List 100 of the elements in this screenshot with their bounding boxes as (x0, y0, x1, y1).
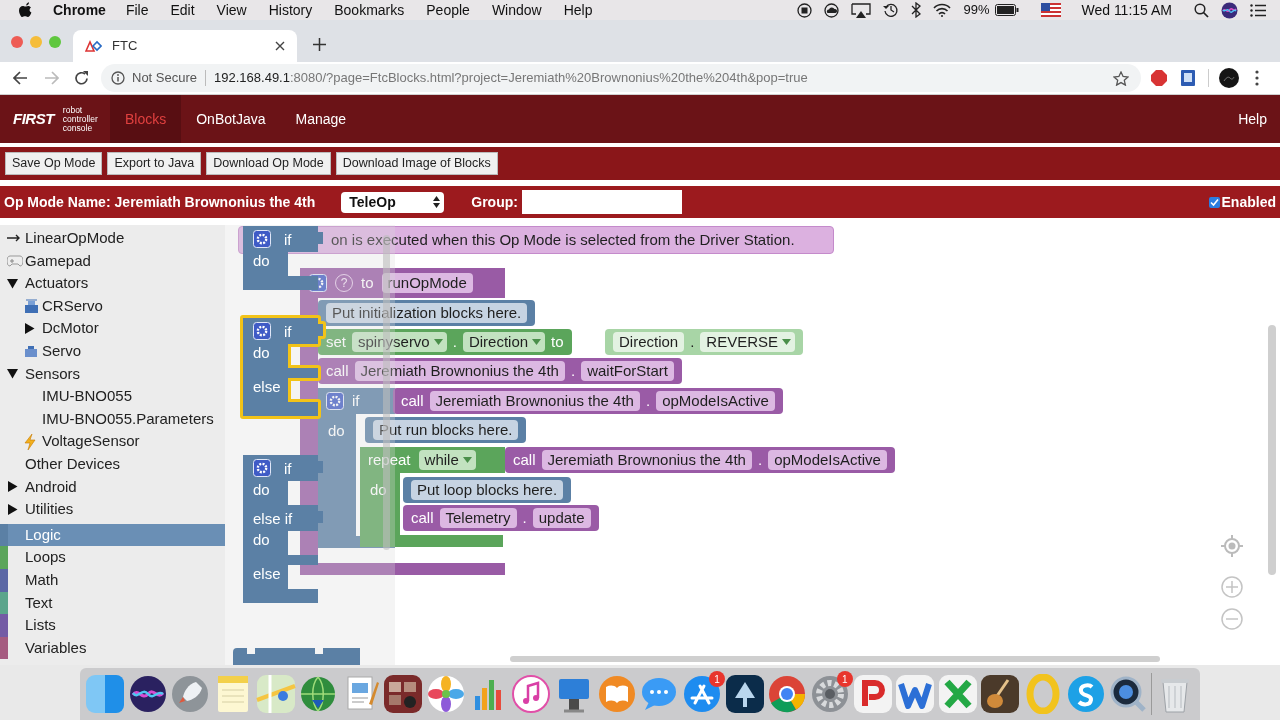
tree-item[interactable]: IMU-BNO055 (42, 385, 133, 408)
toolbar-button[interactable]: Download Image of Blocks (335, 152, 498, 175)
category-item[interactable]: Lists (0, 614, 225, 637)
battery-icon[interactable] (995, 4, 1020, 16)
info-icon[interactable] (111, 71, 125, 85)
block-field[interactable]: update (532, 508, 591, 528)
logic-block[interactable] (233, 648, 360, 665)
app-menu[interactable]: Chrome (53, 0, 106, 21)
list-icon[interactable] (1250, 3, 1266, 17)
wifi-icon[interactable] (933, 3, 952, 17)
help-link[interactable]: Help (1238, 95, 1280, 143)
flag-icon[interactable] (1041, 3, 1062, 17)
tree-item[interactable]: Other Devices (25, 453, 121, 476)
dropdown-field[interactable]: spinyservo (352, 332, 447, 352)
gear-icon[interactable] (809, 674, 850, 714)
menu-item[interactable]: View (216, 0, 247, 21)
gear-icon[interactable] (326, 392, 344, 410)
cloud-icon[interactable] (824, 2, 840, 18)
tree-item[interactable]: LinearOpMode (25, 227, 125, 250)
bookmark-star-icon[interactable] (1113, 70, 1129, 86)
category-item[interactable]: Loops (0, 546, 225, 569)
map-icon[interactable] (255, 674, 296, 714)
tree-item[interactable]: Servo (42, 340, 82, 363)
tree-item[interactable]: Actuators (25, 272, 89, 295)
menu-item[interactable]: File (125, 0, 149, 21)
record-icon[interactable] (797, 2, 813, 18)
bluetooth-icon[interactable] (911, 2, 922, 18)
expand-arrow-icon[interactable] (7, 368, 18, 380)
tree-item[interactable]: Android (25, 475, 77, 499)
history-clock-icon[interactable] (883, 2, 900, 18)
block-field[interactable]: Direction (613, 332, 685, 352)
gear-icon[interactable] (253, 322, 271, 340)
block-field[interactable]: Put loop blocks here. (411, 480, 564, 500)
close-tab-icon[interactable] (275, 41, 285, 51)
tree-item[interactable]: Utilities (25, 498, 74, 521)
app-icon[interactable] (852, 674, 893, 714)
nav-tab[interactable]: OnBotJava (181, 95, 281, 143)
back-icon[interactable] (13, 71, 28, 85)
horizontal-scrollbar[interactable] (510, 656, 1160, 662)
apple-icon[interactable] (19, 2, 33, 18)
block-field[interactable]: Put initialization blocks here. (326, 303, 528, 323)
stop-sign-icon[interactable] (1150, 69, 1168, 87)
category-item[interactable]: Variables (0, 636, 225, 660)
tree-item[interactable]: DcMotor (42, 317, 99, 340)
category-item[interactable]: Text (0, 591, 225, 615)
block-field[interactable]: opModeIsActive (768, 450, 887, 470)
block-field[interactable]: Jeremiath Brownonius the 4th (541, 450, 752, 470)
address-bar[interactable]: Not Secure 192.168.49.1:8080/?page=FtcBlocks.html?project=Jeremiath%20Brownonius%20the%204th&pop=true (101, 64, 1141, 92)
menu-clock[interactable]: Wed 11:15 AM (1081, 0, 1172, 21)
op-mode-type-select[interactable]: TeleOp (341, 191, 445, 213)
screen-mirror-icon[interactable] (851, 2, 872, 18)
block-field[interactable]: Jeremiath Brownonius the 4th (429, 391, 640, 411)
block-field[interactable]: opModeIsActive (656, 391, 775, 411)
toolbar-button[interactable]: Save Op Mode (5, 152, 103, 175)
ring-icon[interactable] (767, 674, 808, 714)
menu-item[interactable]: Bookmarks (334, 0, 405, 21)
security-label[interactable]: Not Secure (132, 68, 198, 88)
expand-arrow-icon[interactable] (7, 278, 18, 289)
tree-item[interactable]: Sensors (25, 362, 81, 386)
more-menu-icon[interactable] (1255, 70, 1259, 86)
gear-icon[interactable] (253, 459, 271, 477)
block-field[interactable]: Jeremiath Brownonius the 4th (354, 361, 565, 381)
group-input-field[interactable] (521, 190, 682, 214)
orb-icon[interactable] (127, 674, 168, 714)
app-icon[interactable] (895, 674, 936, 714)
browser-tab[interactable]: FTC (73, 30, 297, 62)
category-item[interactable]: Math (0, 568, 225, 592)
guitar-icon[interactable] (980, 674, 1021, 714)
close-window-button[interactable] (11, 36, 23, 48)
menu-item[interactable]: Edit (170, 0, 195, 21)
dropdown-field[interactable]: REVERSE (700, 332, 796, 352)
tree-item[interactable]: IMU-BNO055.Parameters (42, 407, 214, 431)
new-tab-icon[interactable] (313, 38, 326, 51)
enabled-checkbox[interactable] (1208, 196, 1220, 208)
menu-item[interactable]: Window (491, 0, 542, 21)
gear-icon[interactable] (253, 230, 271, 248)
flower-icon[interactable] (426, 674, 467, 714)
orb-icon[interactable] (1221, 1, 1238, 19)
expand-arrow-icon[interactable] (24, 323, 35, 335)
reload-icon[interactable] (74, 70, 89, 86)
avatar-icon[interactable] (1219, 68, 1239, 88)
menu-item[interactable]: History (268, 0, 313, 21)
menu-item[interactable]: Help (563, 0, 593, 21)
dropdown-field[interactable]: Direction (462, 332, 546, 352)
block-field[interactable]: runOpMode (381, 273, 473, 293)
music-note-icon[interactable] (511, 674, 552, 714)
toolbar-button[interactable]: Export to Java (107, 152, 202, 175)
block-field[interactable]: Telemetry (439, 508, 517, 528)
block-field[interactable]: Put run blocks here. (373, 420, 519, 440)
menu-item[interactable]: People (426, 0, 470, 21)
expand-arrow-icon[interactable] (7, 481, 18, 493)
expand-arrow-icon[interactable] (7, 503, 18, 515)
extension-icon[interactable] (1180, 69, 1196, 87)
toolbar-button[interactable]: Download Op Mode (206, 152, 331, 175)
search-icon[interactable] (1194, 2, 1209, 18)
nav-tab[interactable]: Manage (280, 95, 362, 143)
dropdown-field[interactable]: while (418, 450, 476, 470)
photo-strip-icon[interactable] (383, 674, 424, 714)
pencil-ruler-icon[interactable] (681, 674, 722, 714)
tree-item[interactable]: Gamepad (25, 249, 91, 273)
